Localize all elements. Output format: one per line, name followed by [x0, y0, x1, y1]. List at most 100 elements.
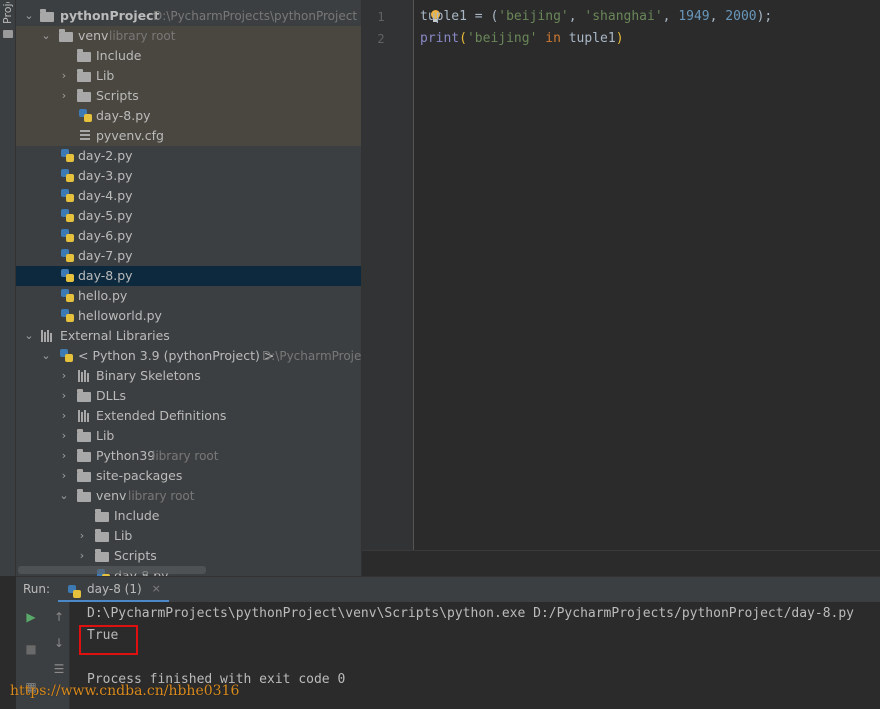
arrow-down-icon[interactable]: ↓: [50, 634, 68, 652]
folder-icon: [77, 489, 91, 502]
library-icon: [78, 370, 92, 382]
chevron-right-icon[interactable]: ›: [76, 526, 88, 546]
tree-item-python39[interactable]: › Python39 library root: [16, 446, 361, 466]
python-file-icon: [61, 309, 74, 322]
tree-item-scripts[interactable]: › Scripts: [16, 86, 361, 106]
tree-item-site-packages[interactable]: › site-packages: [16, 466, 361, 486]
editor-gutter: 1 2: [362, 0, 414, 550]
python-file-icon: [61, 169, 74, 182]
chevron-right-icon[interactable]: ›: [76, 546, 88, 566]
tree-item-path: D:\PycharmProjects\pythonProject: [153, 9, 358, 23]
chevron-right-icon[interactable]: ›: [58, 86, 70, 106]
code-token-paren: ): [615, 31, 624, 46]
code-token-operator: = (: [466, 9, 499, 24]
tree-item-binary-skeletons[interactable]: › Binary Skeletons: [16, 366, 361, 386]
folder-icon: [95, 509, 109, 522]
tree-item-file[interactable]: hello.py: [16, 286, 361, 306]
tree-item-python-sdk[interactable]: ⌄ < Python 3.9 (pythonProject) > D:\Pych…: [16, 346, 361, 366]
editor-breadcrumb-bar: [362, 550, 880, 576]
tree-item-sdk-lib[interactable]: › Lib: [16, 426, 361, 446]
watermark-text: https://www.cndba.cn/hbhe0316: [10, 683, 240, 699]
tree-item-label: Scripts: [96, 88, 139, 103]
tree-item-file-selected[interactable]: day-8.py: [16, 266, 361, 286]
chevron-right-icon[interactable]: ›: [58, 66, 70, 86]
code-line-1[interactable]: tuple1 = ('beijing', 'shanghai', 1949, 2…: [420, 6, 772, 28]
chevron-down-icon[interactable]: ⌄: [40, 26, 52, 46]
tree-item-external-libraries[interactable]: ⌄ External Libraries: [16, 326, 361, 346]
config-file-icon: [80, 130, 90, 142]
close-icon[interactable]: ×: [152, 582, 161, 595]
tree-item-label: Extended Definitions: [96, 408, 227, 423]
chevron-down-icon[interactable]: ⌄: [23, 6, 35, 26]
tree-item-file[interactable]: day-2.py: [16, 146, 361, 166]
tree-item-file[interactable]: day-4.py: [16, 186, 361, 206]
tree-item-sdk-venv-scripts[interactable]: › Scripts: [16, 546, 361, 566]
tree-item-label: day-4.py: [78, 188, 133, 203]
code-editor[interactable]: 1 2 tuple1 = ('beijing', 'shanghai', 194…: [362, 0, 880, 550]
chevron-right-icon[interactable]: ›: [58, 426, 70, 446]
tree-item-file[interactable]: day-3.py: [16, 166, 361, 186]
tree-item-dlls[interactable]: › DLLs: [16, 386, 361, 406]
chevron-down-icon[interactable]: ⌄: [40, 346, 52, 366]
line-number: 2: [377, 32, 385, 46]
chevron-right-icon[interactable]: ›: [58, 386, 70, 406]
tree-item-file[interactable]: day-6.py: [16, 226, 361, 246]
code-token-string: 'shanghai': [584, 9, 663, 24]
python-file-icon: [61, 189, 74, 202]
python-file-icon: [61, 289, 74, 302]
python-file-icon: [61, 149, 74, 162]
folder-icon: [77, 389, 91, 402]
code-token-paren: (: [459, 31, 467, 46]
tree-item-venv-day8[interactable]: day-8.py: [16, 106, 361, 126]
tree-item-include[interactable]: Include: [16, 46, 361, 66]
console-command-line: D:\PycharmProjects\pythonProject\venv\Sc…: [87, 606, 855, 621]
chevron-down-icon[interactable]: ⌄: [58, 486, 70, 506]
project-tool-window-button[interactable]: Proje: [1, 2, 15, 24]
tree-item-venv[interactable]: ⌄ venv library root: [16, 26, 361, 46]
tree-item-file[interactable]: day-7.py: [16, 246, 361, 266]
chevron-right-icon[interactable]: ›: [58, 466, 70, 486]
run-tab[interactable]: day-8 (1) ×: [58, 577, 169, 603]
tree-item-sdk-venv-lib[interactable]: › Lib: [16, 526, 361, 546]
folder-icon: [3, 30, 13, 38]
tree-item-label: day-3.py: [78, 168, 133, 183]
folder-icon: [77, 69, 91, 82]
tree-item-hint: library root: [109, 29, 176, 43]
code-line-2[interactable]: print('beijing' in tuple1): [420, 28, 624, 50]
soft-wrap-icon[interactable]: ☰: [50, 660, 68, 678]
arrow-up-icon[interactable]: ↑: [50, 608, 68, 626]
code-token-variable: tuple1: [568, 31, 616, 46]
chevron-right-icon[interactable]: ›: [58, 366, 70, 386]
horizontal-scrollbar[interactable]: [18, 566, 206, 574]
tree-item-file[interactable]: helloworld.py: [16, 306, 361, 326]
tree-item-file[interactable]: day-5.py: [16, 206, 361, 226]
tree-item-sdk-venv-include[interactable]: Include: [16, 506, 361, 526]
python-file-icon: [79, 109, 92, 122]
tree-item-label: Lib: [96, 68, 115, 83]
line-number: 1: [377, 10, 385, 24]
run-label: Run:: [23, 582, 51, 596]
tree-item-sdk-venv[interactable]: ⌄ venv library root: [16, 486, 361, 506]
chevron-right-icon[interactable]: ›: [58, 446, 70, 466]
tree-item-label: Python39: [96, 448, 156, 463]
code-token-comma: ,: [709, 9, 726, 24]
stop-icon[interactable]: ■: [22, 640, 40, 658]
code-token-number: 2000: [725, 9, 757, 24]
code-token-comma: ,: [568, 9, 585, 24]
chevron-down-icon[interactable]: ⌄: [23, 326, 35, 346]
python-file-icon: [61, 269, 74, 282]
python-file-icon: [61, 229, 74, 242]
tree-item-lib[interactable]: › Lib: [16, 66, 361, 86]
chevron-right-icon[interactable]: ›: [58, 406, 70, 426]
folder-icon: [77, 49, 91, 62]
run-play-icon[interactable]: ▶: [22, 608, 40, 626]
tree-item-label: day-2.py: [78, 148, 133, 163]
tree-item-label: Binary Skeletons: [96, 368, 201, 383]
folder-icon: [59, 29, 73, 42]
tree-item-root[interactable]: ⌄ pythonProject D:\PycharmProjects\pytho…: [16, 6, 361, 26]
tree-item-extended-definitions[interactable]: › Extended Definitions: [16, 406, 361, 426]
tree-item-pyvenv-cfg[interactable]: pyvenv.cfg: [16, 126, 361, 146]
tree-item-label: venv: [96, 488, 127, 503]
tree-item-label: Lib: [96, 428, 115, 443]
tree-item-label: < Python 3.9 (pythonProject) >: [78, 348, 275, 363]
